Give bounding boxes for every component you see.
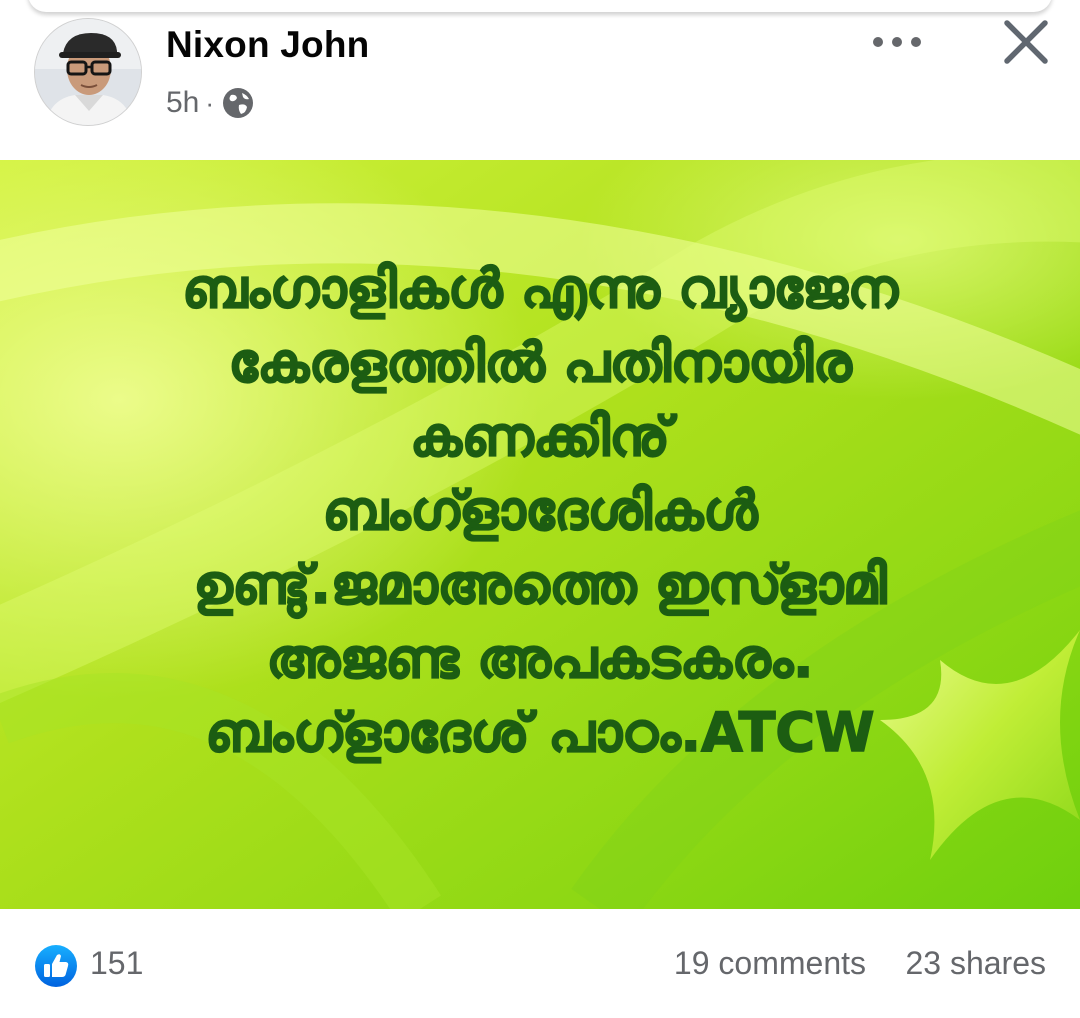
more-options-button[interactable] — [864, 22, 930, 62]
comments-count-link[interactable]: 19 comments — [674, 945, 866, 982]
image-text-line: ബംഗ്ളാദേശ് പാഠം.ATCW — [205, 700, 876, 765]
meta-separator: · — [205, 87, 215, 118]
image-text-line: ബംഗ്ളാദേശികൾ — [322, 478, 758, 543]
author-avatar[interactable] — [34, 18, 142, 126]
close-post-button[interactable] — [996, 12, 1056, 72]
post-footer: 151 19 comments 23 shares — [0, 909, 1080, 1018]
avatar-photo — [35, 19, 141, 125]
facebook-post-view: Nixon John 5h · ബംഗാളികൾ എന്നു വ്യാജേന ക… — [0, 0, 1080, 1018]
shares-count-link[interactable]: 23 shares — [905, 945, 1046, 982]
like-thumb-icon[interactable] — [34, 944, 78, 988]
image-text-line: കണക്കിനു് — [409, 404, 670, 469]
reaction-count[interactable]: 151 — [90, 945, 143, 982]
post-image-text: ബംഗാളികൾ എന്നു വ്യാജേന കേരളത്തിൽ പതിനായി… — [0, 160, 1080, 909]
post-header: Nixon John 5h · — [0, 0, 1080, 160]
image-text-line: ബംഗാളികൾ എന്നു വ്യാജേന — [181, 256, 898, 321]
author-name[interactable]: Nixon John — [166, 24, 369, 66]
post-meta: 5h · — [166, 84, 254, 122]
close-icon — [1004, 20, 1048, 64]
post-image[interactable]: ബംഗാളികൾ എന്നു വ്യാജേന കേരളത്തിൽ പതിനായി… — [0, 160, 1080, 909]
image-text-line: അജണ്ട അപകടകരം. — [266, 626, 815, 691]
image-text-line: ഉണ്ടു്.ജമാഅത്തെ ഇസ്ളാമി — [193, 552, 888, 617]
more-horizontal-icon — [873, 37, 921, 47]
image-text-line: കേരളത്തിൽ പതിനായിര — [228, 330, 853, 395]
post-time[interactable]: 5h — [166, 86, 199, 120]
globe-icon — [222, 87, 254, 119]
